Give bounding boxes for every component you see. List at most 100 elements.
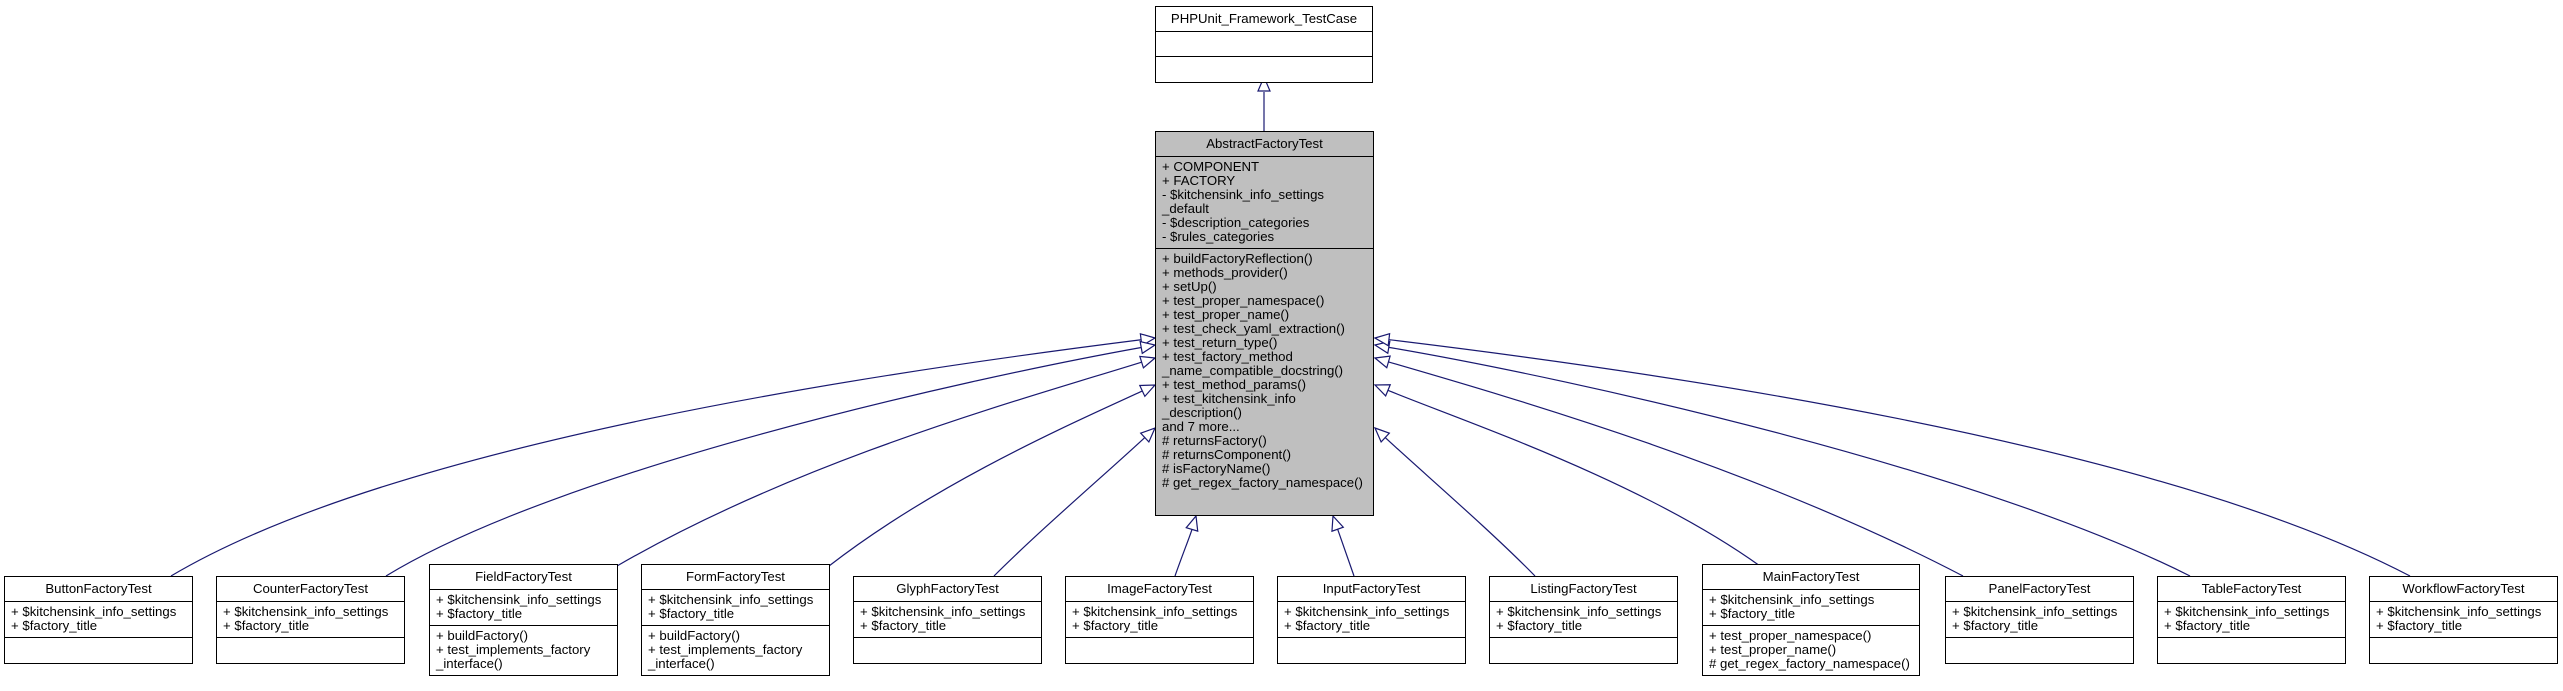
attribute: + $factory_title <box>1952 618 2039 633</box>
attributes-section: + $kitchensink_info_settings + $factory_t… <box>1703 590 1919 626</box>
inheritance-arrowhead-icon <box>1373 355 1391 369</box>
attribute: + $factory_title <box>223 618 310 633</box>
class-node-field-factory-test[interactable]: FieldFactoryTest + $kitchensink_info_sett… <box>429 564 618 676</box>
class-node-table-factory-test[interactable]: TableFactoryTest + $kitchensink_info_sett… <box>2157 576 2346 664</box>
attribute: + $kitchensink_info_settings <box>223 604 389 619</box>
attribute: + $kitchensink_info_settings <box>860 604 1026 619</box>
methods-section <box>217 638 404 663</box>
class-node-image-factory-test[interactable]: ImageFactoryTest + $kitchensink_info_sett… <box>1065 576 1254 664</box>
method: + buildFactory() <box>648 628 740 643</box>
attributes-section: + $kitchensink_info_settings + $factory_t… <box>1066 602 1253 638</box>
attribute: + $factory_title <box>1496 618 1583 633</box>
inheritance-edge-listing-factory-test <box>1384 437 1536 577</box>
method: # returnsComponent() <box>1162 447 1292 462</box>
attributes-section: + $kitchensink_info_settings + $factory_t… <box>430 590 617 626</box>
method: _description() <box>1162 405 1242 420</box>
method: + buildFactoryReflection() <box>1162 251 1313 266</box>
inheritance-edge-form-factory-test <box>828 390 1143 567</box>
attribute: + $kitchensink_info_settings <box>2164 604 2330 619</box>
method: + test_implements_factory <box>648 642 803 657</box>
method: + methods_provider() <box>1162 265 1288 280</box>
class-name: ButtonFactoryTest <box>5 577 192 602</box>
inheritance-edge-table-factory-test <box>1388 346 2191 577</box>
class-name: ListingFactoryTest <box>1490 577 1677 602</box>
methods-section <box>2158 638 2345 663</box>
attribute: + $kitchensink_info_settings <box>436 592 602 607</box>
class-node-listing-factory-test[interactable]: ListingFactoryTest + $kitchensink_info_se… <box>1489 576 1678 664</box>
attributes-section: + $kitchensink_info_settings + $factory_t… <box>1946 602 2133 638</box>
attributes-section: + $kitchensink_info_settings + $factory_t… <box>5 602 192 638</box>
attribute: + $factory_title <box>648 606 735 621</box>
class-node-workflow-factory-test[interactable]: WorkflowFactoryTest + $kitchensink_info_s… <box>2369 576 2558 664</box>
class-node-form-factory-test[interactable]: FormFactoryTest + $kitchensink_info_setti… <box>641 564 830 676</box>
class-name: PanelFactoryTest <box>1946 577 2133 602</box>
method: + setUp() <box>1162 279 1217 294</box>
class-node-phpunit-framework-test-case[interactable]: PHPUnit_Framework_TestCase <box>1155 6 1373 83</box>
method: # isFactoryName() <box>1162 461 1271 476</box>
attributes-section: + $kitchensink_info_settings + $factory_t… <box>217 602 404 638</box>
methods-section: + buildFactory() + test_implements_factor… <box>642 626 829 675</box>
attribute: + $kitchensink_info_settings <box>1709 592 1875 607</box>
inheritance-arrowhead-icon <box>1331 514 1345 533</box>
methods-section <box>2370 638 2557 663</box>
class-name: WorkflowFactoryTest <box>2370 577 2557 602</box>
class-name: AbstractFactoryTest <box>1156 132 1373 157</box>
methods-section <box>1278 638 1465 663</box>
attributes-section: + $kitchensink_info_settings + $factory_t… <box>1278 602 1465 638</box>
inheritance-arrowhead-icon <box>1138 384 1157 398</box>
attributes-section: + $kitchensink_info_settings + $factory_t… <box>642 590 829 626</box>
class-node-counter-factory-test[interactable]: CounterFactoryTest + $kitchensink_info_se… <box>216 576 405 664</box>
methods-section: + buildFactoryReflection() + methods_prov… <box>1156 249 1373 494</box>
method: _interface() <box>648 656 715 671</box>
class-node-input-factory-test[interactable]: InputFactoryTest + $kitchensink_info_sett… <box>1277 576 1466 664</box>
attribute: + COMPONENT <box>1162 159 1260 174</box>
method: + test_implements_factory <box>436 642 591 657</box>
class-node-panel-factory-test[interactable]: PanelFactoryTest + $kitchensink_info_sett… <box>1945 576 2134 664</box>
attribute: + $kitchensink_info_settings <box>1496 604 1662 619</box>
class-name: PHPUnit_Framework_TestCase <box>1156 7 1372 32</box>
class-name: GlyphFactoryTest <box>854 577 1041 602</box>
class-node-abstract-factory-test[interactable]: AbstractFactoryTest + COMPONENT + FACTORY -… <box>1155 131 1374 516</box>
method: and 7 more... <box>1162 419 1240 434</box>
attribute: + $kitchensink_info_settings <box>2376 604 2542 619</box>
method: # get_regex_factory_namespace() <box>1709 656 1910 671</box>
attributes-section: + $kitchensink_info_settings + $factory_t… <box>2158 602 2345 638</box>
attribute: + FACTORY <box>1162 173 1236 188</box>
class-node-main-factory-test[interactable]: MainFactoryTest + $kitchensink_info_setti… <box>1702 564 1920 676</box>
inheritance-edge-workflow-factory-test <box>1388 339 2411 577</box>
inheritance-arrowhead-icon <box>1373 384 1392 397</box>
methods-section <box>5 638 192 663</box>
method: + test_method_params() <box>1162 377 1307 392</box>
attributes-section: + $kitchensink_info_settings + $factory_t… <box>2370 602 2557 638</box>
attribute: + $kitchensink_info_settings <box>11 604 177 619</box>
methods-section: + buildFactory() + test_implements_factor… <box>430 626 617 675</box>
inheritance-edge-image-factory-test <box>1174 529 1193 577</box>
attribute: - $description_categories <box>1162 215 1310 230</box>
method: + test_kitchensink_info <box>1162 391 1296 406</box>
method: + test_check_yaml_extraction() <box>1162 321 1345 336</box>
inheritance-edge-main-factory-test <box>1387 389 1761 567</box>
inheritance-edge-panel-factory-test <box>1388 361 1964 577</box>
attribute: + $kitchensink_info_settings <box>1952 604 2118 619</box>
class-name: MainFactoryTest <box>1703 565 1919 590</box>
method: + test_proper_namespace() <box>1162 293 1325 308</box>
inheritance-arrowhead-icon <box>1185 514 1199 532</box>
attribute: + $kitchensink_info_settings <box>1284 604 1450 619</box>
method: + test_proper_namespace() <box>1709 628 1872 643</box>
attribute: + $factory_title <box>11 618 98 633</box>
class-name: FieldFactoryTest <box>430 565 617 590</box>
methods-section <box>1066 638 1253 663</box>
inheritance-edge-button-factory-test <box>170 339 1142 577</box>
attribute: + $factory_title <box>2164 618 2251 633</box>
inheritance-arrowhead-icon <box>1139 355 1157 369</box>
method: # returnsFactory() <box>1162 433 1267 448</box>
method: + test_factory_method <box>1162 349 1293 364</box>
class-name: InputFactoryTest <box>1278 577 1465 602</box>
method: # get_regex_factory_namespace() <box>1162 475 1363 490</box>
method: _interface() <box>436 656 503 671</box>
class-node-button-factory-test[interactable]: ButtonFactoryTest + $kitchensink_info_set… <box>4 576 193 664</box>
class-node-glyph-factory-test[interactable]: GlyphFactoryTest + $kitchensink_info_sett… <box>853 576 1042 664</box>
attribute: _default <box>1162 201 1209 216</box>
methods-section: + test_proper_namespace() + test_proper_n… <box>1703 626 1919 675</box>
attribute: + $factory_title <box>1284 618 1371 633</box>
